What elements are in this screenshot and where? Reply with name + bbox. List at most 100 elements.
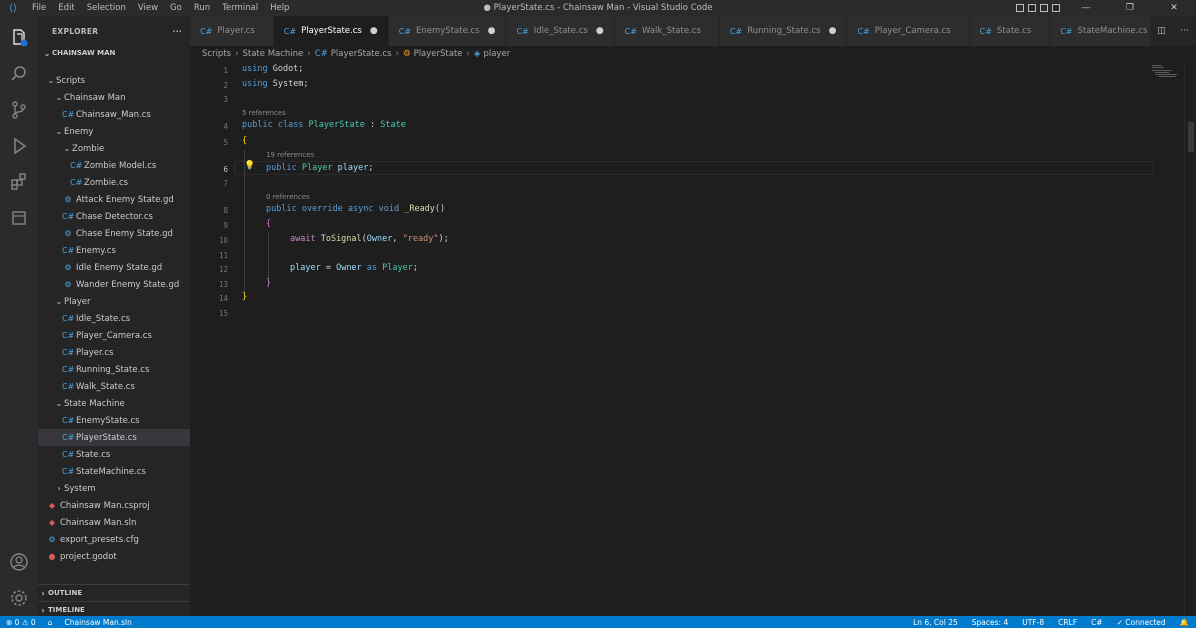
tree-file[interactable]: ◆ Chainsaw Man.csproj [38, 497, 190, 514]
tree-file[interactable]: C# Zombie.cs [38, 174, 190, 191]
tree-file[interactable]: C# Enemy.cs [38, 242, 190, 259]
encoding-status[interactable]: UTF-8 [1015, 618, 1051, 627]
tree-file[interactable]: C# Walk_State.cs [38, 378, 190, 395]
editor-tab[interactable]: C# State.cs [969, 16, 1051, 46]
tree-file[interactable]: ◆ Chainsaw Man.sln [38, 514, 190, 531]
codelens-method-references[interactable]: 0 references [266, 193, 310, 201]
tree-file[interactable]: C# Running_State.cs [38, 361, 190, 378]
search-icon[interactable] [0, 56, 38, 92]
editor-tab[interactable]: C# Idle_State.cs ● [506, 16, 615, 46]
editor-tab[interactable]: C# Player_Camera.cs [847, 16, 970, 46]
codelens-field-references[interactable]: 19 references [266, 151, 314, 159]
tree-file[interactable]: ● project.godot [38, 548, 190, 565]
unsaved-dot-icon[interactable]: ● [488, 26, 496, 36]
menu-selection[interactable]: Selection [81, 0, 132, 16]
toggle-sidebar-icon[interactable] [1016, 4, 1024, 12]
token: Owner [336, 263, 362, 273]
tree-file[interactable]: C# Idle_State.cs [38, 310, 190, 327]
tree-file[interactable]: C# Player_Camera.cs [38, 327, 190, 344]
split-editor-icon[interactable]: ◫ [1157, 26, 1166, 36]
unsaved-dot-icon[interactable]: ● [829, 26, 837, 36]
tree-file[interactable]: C# Zombie Model.cs [38, 157, 190, 174]
customize-layout-icon[interactable] [1052, 4, 1060, 12]
notifications-bell-icon[interactable]: 🔔 [1173, 618, 1196, 627]
close-button[interactable]: ✕ [1152, 0, 1196, 16]
editor-tab[interactable]: C# Walk_State.cs [614, 16, 720, 46]
menu-file[interactable]: File [26, 0, 52, 16]
menu-go[interactable]: Go [164, 0, 188, 16]
language-mode[interactable]: C# [1084, 618, 1110, 627]
explorer-more-button[interactable]: ··· [173, 27, 182, 36]
tree-file[interactable]: ⚙ Idle Enemy State.gd [38, 259, 190, 276]
editor-tab[interactable]: C# PlayerState.cs ● [273, 16, 389, 46]
breadcrumb-scripts[interactable]: Scripts [202, 49, 231, 59]
tree-file[interactable]: ⚙ export_presets.cfg [38, 531, 190, 548]
unsaved-dot-icon[interactable]: ● [596, 26, 604, 36]
outline-section[interactable]: › OUTLINE [38, 584, 190, 601]
explorer-icon[interactable] [0, 20, 38, 56]
tree-file[interactable]: ⚙ Attack Enemy State.gd [38, 191, 190, 208]
run-debug-icon[interactable] [0, 128, 38, 164]
breadcrumb-field[interactable]: player [483, 49, 510, 59]
cursor-position[interactable]: Ln 6, Col 25 [906, 618, 965, 627]
code-editor[interactable]: 1 2 3 4 5 6 7 8 9 10 11 12 13 14 15 using Godot; using… [190, 62, 1196, 616]
tree-folder[interactable]: ⌄ Scripts [38, 72, 190, 89]
tree-folder[interactable]: › System [38, 480, 190, 497]
account-icon[interactable] [0, 544, 38, 580]
source-control-icon[interactable] [0, 92, 38, 128]
home-icon[interactable]: ⌂ [42, 618, 59, 627]
tree-folder[interactable]: ⌄ Enemy [38, 123, 190, 140]
lightbulb-icon[interactable]: 💡 [244, 161, 255, 171]
tree-file[interactable]: C# Player.cs [38, 344, 190, 361]
tree-file[interactable]: C# State.cs [38, 446, 190, 463]
toggle-panel-icon[interactable] [1028, 4, 1036, 12]
minimize-button[interactable]: — [1064, 0, 1108, 16]
menu-view[interactable]: View [132, 0, 164, 16]
remote-explorer-icon[interactable] [0, 200, 38, 236]
editor-tab[interactable]: C# EnemyState.cs ● [388, 16, 507, 46]
tree-file[interactable]: ⚙ Chase Enemy State.gd [38, 225, 190, 242]
tree-file[interactable]: C# PlayerState.cs [38, 429, 190, 446]
tree-folder[interactable]: ⌄ Player [38, 293, 190, 310]
line-ending-status[interactable]: CRLF [1051, 618, 1084, 627]
more-actions-icon[interactable]: ··· [1180, 26, 1189, 36]
scrollbar-thumb[interactable] [1188, 122, 1194, 152]
solution-status[interactable]: Chainsaw Man.sln [58, 618, 137, 627]
line-number: 3 [223, 95, 228, 104]
codelens-class-references[interactable]: 5 references [242, 109, 286, 117]
timeline-section[interactable]: › TIMELINE [38, 601, 190, 616]
editor-tab[interactable]: C# StateMachine.cs [1050, 16, 1167, 46]
tree-file[interactable]: C# EnemyState.cs [38, 412, 190, 429]
menu-terminal[interactable]: Terminal [216, 0, 264, 16]
cfg-file-icon: ⚙ [48, 535, 56, 544]
tree-folder[interactable]: ⌄ State Machine [38, 395, 190, 412]
tree-folder[interactable]: ⌄ Zombie [38, 140, 190, 157]
field-symbol-icon: ◈ [473, 49, 481, 59]
breadcrumb-class[interactable]: PlayerState [414, 49, 463, 59]
tree-file[interactable]: C# Chase Detector.cs [38, 208, 190, 225]
breadcrumb-state-machine[interactable]: State Machine [243, 49, 304, 59]
connection-status[interactable]: ✓ Connected [1110, 618, 1173, 627]
toggle-secondary-sidebar-icon[interactable] [1040, 4, 1048, 12]
menu-edit[interactable]: Edit [52, 0, 80, 16]
minimap[interactable] [1152, 64, 1182, 78]
tree-folder[interactable]: ⌄ Chainsaw Man [38, 89, 190, 106]
project-root[interactable]: ⌄ CHAINSAW MAN [38, 46, 190, 60]
menu-run[interactable]: Run [188, 0, 216, 16]
tree-file[interactable]: ⚙ Wander Enemy State.gd [38, 276, 190, 293]
extensions-icon[interactable] [0, 164, 38, 200]
tree-file[interactable]: C# StateMachine.cs [38, 463, 190, 480]
unsaved-dot-icon[interactable]: ● [370, 26, 378, 36]
manage-gear-icon[interactable] [0, 580, 38, 616]
menu-help[interactable]: Help [264, 0, 295, 16]
maximize-button[interactable]: ❐ [1108, 0, 1152, 16]
problems-status[interactable]: ⊗ 0 ⚠ 0 [0, 618, 42, 627]
breadcrumb-separator: › [307, 49, 311, 59]
indentation-status[interactable]: Spaces: 4 [965, 618, 1015, 627]
editor-tab[interactable]: C# Running_State.cs ● [719, 16, 848, 46]
breadcrumb-file[interactable]: PlayerState.cs [331, 49, 392, 59]
vertical-scrollbar[interactable] [1184, 62, 1196, 616]
token: ; [368, 163, 374, 173]
editor-tab[interactable]: C# Player.cs [190, 16, 274, 46]
tree-file[interactable]: C# Chainsaw_Man.cs [38, 106, 190, 123]
